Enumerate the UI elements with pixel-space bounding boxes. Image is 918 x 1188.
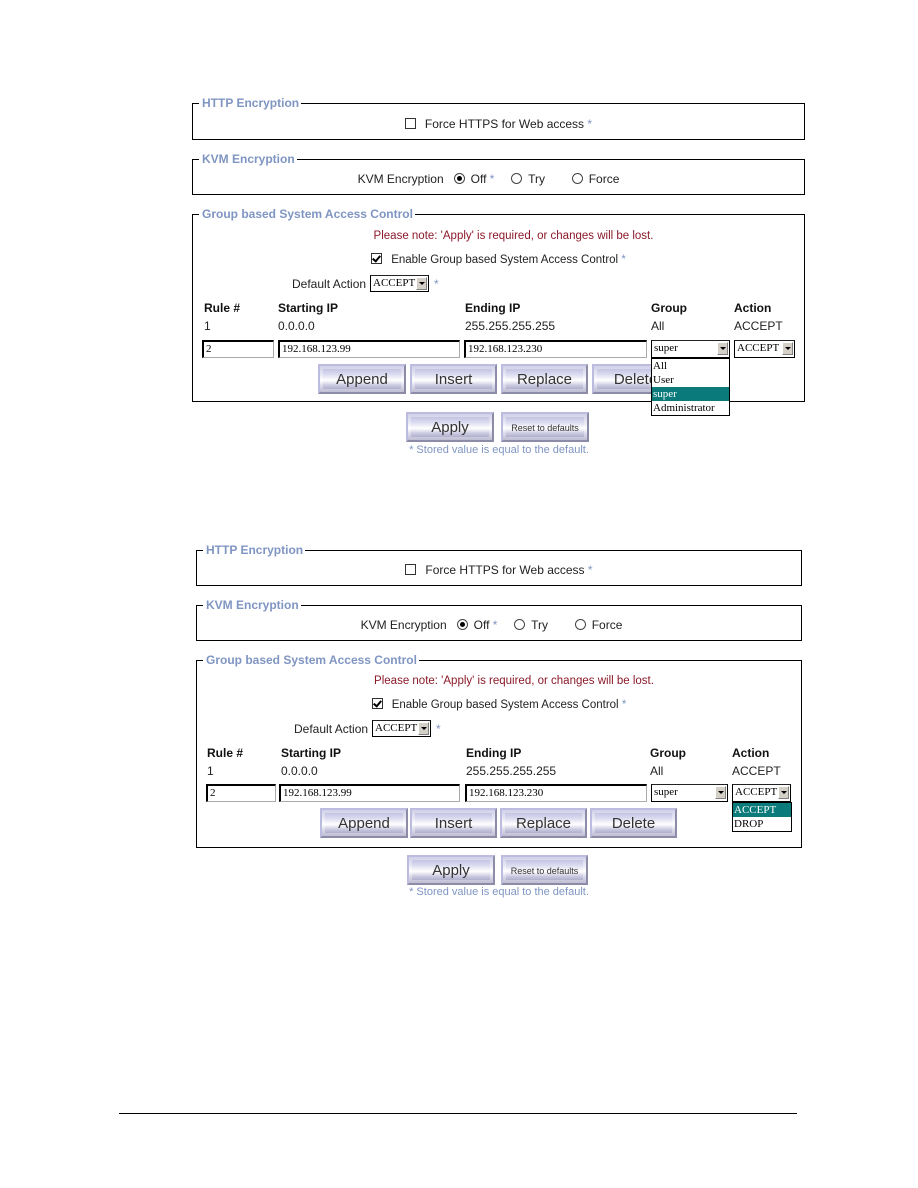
replace-button[interactable]: Replace — [500, 808, 587, 838]
chevron-down-icon — [715, 786, 726, 799]
delete-button[interactable]: Delete — [590, 808, 677, 838]
group-select[interactable]: super — [651, 784, 728, 802]
enable-gsac-label: Enable Group based System Access Control — [391, 699, 619, 711]
force-https-label: Force HTTPS for Web access — [425, 563, 585, 577]
col-action: Action — [732, 746, 770, 760]
ending-ip: 255.255.255.255 — [466, 764, 557, 778]
gsac-fieldset: Group based System Access Control Please… — [196, 652, 802, 848]
kvm-force-radio[interactable] — [574, 619, 586, 630]
action-dropdown-list: ACCEPT DROP — [732, 802, 792, 832]
screenshot-2: HTTP Encryption Force HTTPS for Web acce… — [0, 0, 918, 910]
http-encryption-fieldset: HTTP Encryption Force HTTPS for Web acce… — [196, 542, 802, 586]
action-select-value: ACCEPT — [735, 786, 778, 798]
col-rule: Rule # — [207, 746, 244, 760]
group-select-value: super — [654, 786, 678, 798]
kvm-try-label: Try — [531, 618, 549, 632]
gsac-legend: Group based System Access Control — [197, 652, 419, 668]
force-https-checkbox[interactable] — [405, 564, 417, 575]
apply-required-note: Please note: 'Apply' is required, or cha… — [374, 675, 654, 687]
action-select[interactable]: ACCEPT — [732, 784, 791, 802]
default-action-label: Default Action — [294, 722, 369, 736]
action-option-accept[interactable]: ACCEPT — [733, 803, 791, 817]
chevron-down-icon — [418, 722, 429, 735]
default-star: * — [436, 722, 441, 736]
reset-to-defaults-button[interactable]: Reset to defaults — [501, 855, 588, 885]
chevron-down-icon — [778, 786, 789, 799]
starting-ip-input[interactable]: 192.168.123.99 — [279, 784, 460, 802]
kvm-try-radio[interactable] — [514, 619, 526, 630]
default-star: * — [621, 699, 627, 711]
kvm-off-label: Off — [473, 618, 490, 632]
action: ACCEPT — [732, 764, 781, 778]
append-button[interactable]: Append — [320, 808, 408, 838]
rule-number: 1 — [207, 764, 214, 778]
enable-gsac-checkbox[interactable] — [371, 698, 383, 709]
page-footer-rule — [119, 1113, 797, 1114]
rule-number-input[interactable]: 2 — [206, 784, 276, 802]
col-starting-ip: Starting IP — [281, 746, 342, 760]
ending-ip-input[interactable]: 192.168.123.230 — [465, 784, 647, 802]
kvm-encryption-label: KVM Encryption — [360, 618, 447, 632]
insert-button[interactable]: Insert — [410, 808, 497, 838]
apply-button[interactable]: Apply — [407, 855, 495, 885]
default-action-value: ACCEPT — [375, 722, 418, 734]
action-option-drop[interactable]: DROP — [733, 817, 791, 831]
default-star: * — [492, 618, 498, 632]
group: All — [650, 764, 664, 778]
footnote: * Stored value is equal to the default. — [409, 886, 589, 898]
col-group: Group — [650, 746, 686, 760]
http-encryption-legend: HTTP Encryption — [196, 542, 306, 558]
starting-ip: 0.0.0.0 — [281, 764, 318, 778]
default-action-select[interactable]: ACCEPT — [372, 720, 431, 737]
kvm-encryption-fieldset: KVM Encryption KVM Encryption Off * Try … — [196, 597, 802, 641]
default-star: * — [587, 563, 593, 577]
col-ending-ip: Ending IP — [466, 746, 522, 760]
kvm-off-radio[interactable] — [456, 619, 468, 630]
kvm-force-label: Force — [591, 618, 623, 632]
kvm-encryption-legend: KVM Encryption — [197, 597, 301, 613]
